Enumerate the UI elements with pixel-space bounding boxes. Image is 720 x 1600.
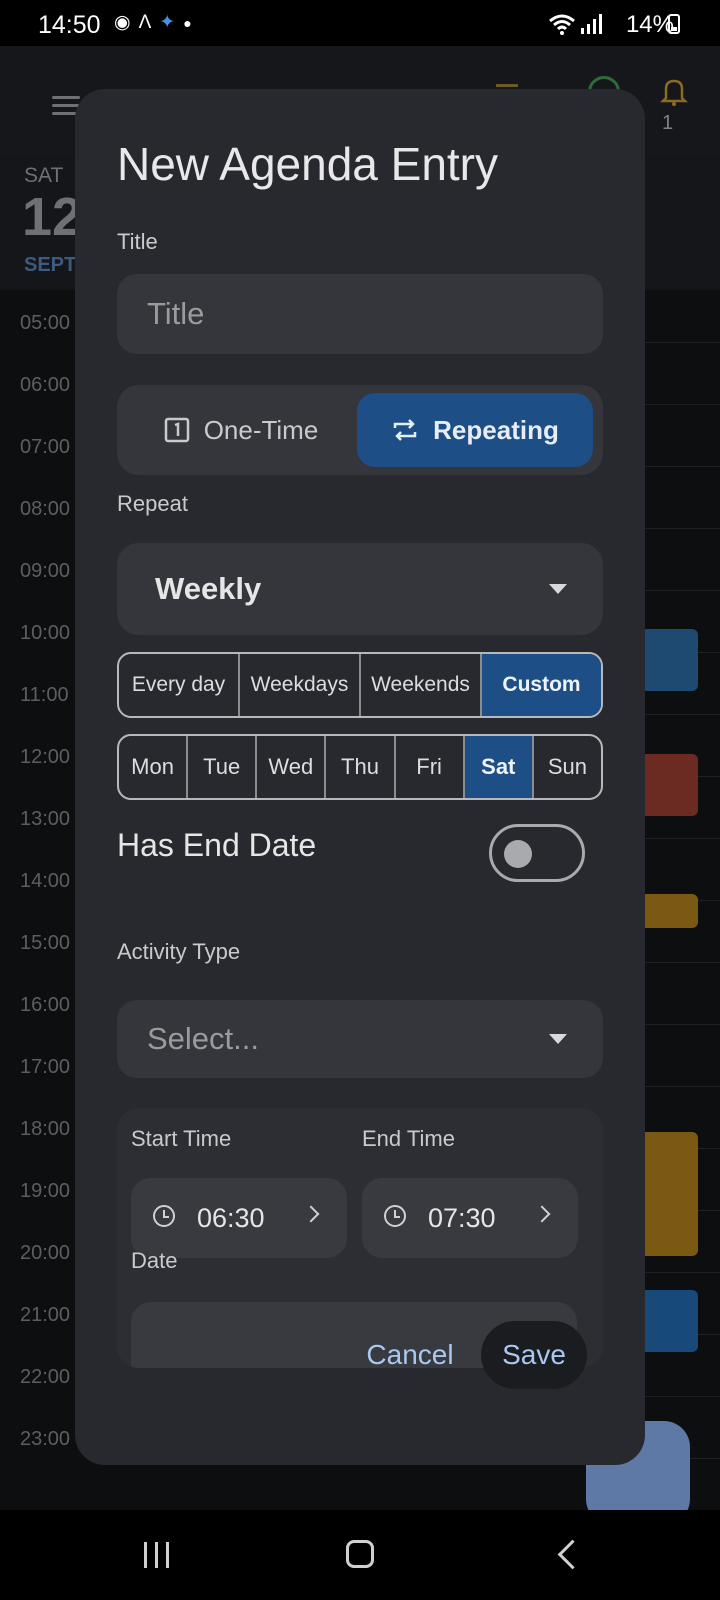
- start-time-picker[interactable]: 06:30: [131, 1178, 347, 1258]
- wifi-icon: [549, 14, 575, 35]
- end-time-label: End Time: [362, 1126, 455, 1151]
- title-input[interactable]: Title: [117, 274, 603, 354]
- repeat-icon: [393, 419, 417, 441]
- repeat-value: Weekly: [155, 571, 262, 606]
- title-label: Title: [117, 229, 158, 254]
- hour-label: 15:00: [20, 932, 71, 954]
- sparkle-icon: ✦: [159, 12, 176, 33]
- dot-icon: ●: [183, 15, 192, 31]
- hour-label: 14:00: [20, 870, 71, 892]
- hour-label: 16:00: [20, 994, 71, 1016]
- clock-icon: [384, 1205, 406, 1227]
- day-tue[interactable]: Tue: [188, 736, 258, 798]
- day-number: 12: [22, 187, 83, 247]
- bell-count: 1: [662, 112, 674, 134]
- event-block[interactable]: [640, 1132, 698, 1256]
- preset-every-day[interactable]: Every day: [119, 654, 240, 716]
- hour-label: 17:00: [20, 1056, 71, 1078]
- save-button[interactable]: Save: [481, 1321, 587, 1389]
- dropdown-arrow-icon: [549, 584, 567, 594]
- entry-mode-toggle: One-Time Repeating: [117, 385, 603, 475]
- day-sat[interactable]: Sat: [464, 736, 534, 798]
- notification-icons: ◉ Λ ✦ ●: [114, 13, 192, 33]
- event-block[interactable]: [640, 754, 698, 816]
- preset-weekdays[interactable]: Weekdays: [240, 654, 361, 716]
- hour-label: 19:00: [20, 1180, 71, 1202]
- repeating-label: Repeating: [433, 414, 559, 445]
- activity-type-dropdown[interactable]: Select...: [117, 1000, 603, 1078]
- event-block[interactable]: [640, 629, 698, 691]
- end-time-value: 07:30: [428, 1202, 496, 1233]
- signal-icon: [581, 14, 602, 34]
- status-bar: 14:50 ◉ Λ ✦ ● 14%: [0, 0, 720, 46]
- chevron-right-icon: [302, 1205, 320, 1223]
- repeat-label: Repeat: [117, 491, 188, 516]
- battery-percent: 14%: [625, 11, 674, 38]
- one-time-label: One-Time: [203, 414, 319, 445]
- hour-label: 12:00: [20, 746, 71, 768]
- has-end-date-switch[interactable]: [489, 824, 585, 882]
- a-logo-icon: Λ: [138, 12, 152, 33]
- hour-label: 11:00: [20, 684, 69, 706]
- incognito-icon: ◉: [114, 12, 131, 33]
- hour-label: 09:00: [20, 560, 71, 582]
- day-of-week: SAT: [24, 164, 64, 187]
- hour-label: 21:00: [20, 1304, 71, 1326]
- battery-icon: [668, 14, 680, 34]
- date-label: Date: [131, 1248, 178, 1273]
- weekday-selector: Mon Tue Wed Thu Fri Sat Sun: [117, 734, 603, 800]
- has-end-date-label: Has End Date: [117, 827, 317, 863]
- day-wed[interactable]: Wed: [257, 736, 327, 798]
- hour-label: 05:00: [20, 312, 71, 334]
- end-time-picker[interactable]: 07:30: [362, 1178, 578, 1258]
- chevron-right-icon: [533, 1205, 551, 1223]
- activity-type-label: Activity Type: [117, 939, 241, 964]
- start-time-value: 06:30: [197, 1202, 265, 1233]
- event-block[interactable]: [640, 1290, 698, 1352]
- hour-label: 08:00: [20, 498, 71, 520]
- hour-label: 10:00: [20, 622, 71, 644]
- new-agenda-entry-dialog: New Agenda Entry Title Title One-Time Re…: [75, 89, 645, 1465]
- start-time-label: Start Time: [131, 1126, 232, 1151]
- home-button[interactable]: [346, 1540, 374, 1568]
- switch-knob: [504, 840, 532, 868]
- cancel-button[interactable]: Cancel: [355, 1321, 465, 1389]
- repeating-option[interactable]: Repeating: [357, 393, 593, 467]
- activity-type-placeholder: Select...: [147, 1021, 259, 1056]
- title-placeholder: Title: [147, 296, 205, 331]
- event-block[interactable]: [640, 894, 698, 928]
- status-time: 14:50: [38, 11, 101, 39]
- hour-label: 07:00: [20, 436, 71, 458]
- hour-label: 22:00: [20, 1366, 71, 1388]
- preset-custom[interactable]: Custom: [482, 654, 601, 716]
- back-button[interactable]: [557, 1539, 588, 1570]
- recents-button[interactable]: [144, 1542, 169, 1568]
- calendar-one-icon: [164, 417, 189, 443]
- hour-label: 23:00: [20, 1428, 71, 1450]
- day-fri[interactable]: Fri: [396, 736, 465, 798]
- hour-label: 13:00: [20, 808, 71, 830]
- day-sun[interactable]: Sun: [534, 736, 601, 798]
- repeat-preset-selector: Every day Weekdays Weekends Custom: [117, 652, 603, 718]
- dropdown-arrow-icon: [549, 1034, 567, 1044]
- hour-label: 20:00: [20, 1242, 71, 1264]
- preset-weekends[interactable]: Weekends: [361, 654, 482, 716]
- repeat-dropdown[interactable]: Weekly: [117, 543, 603, 635]
- one-time-option[interactable]: One-Time: [125, 393, 357, 467]
- hour-label: 06:00: [20, 374, 71, 396]
- day-mon[interactable]: Mon: [119, 736, 189, 798]
- month-label: SEPT: [24, 254, 77, 276]
- system-nav-bar: [0, 1510, 720, 1600]
- clock-icon: [153, 1205, 175, 1227]
- day-thu[interactable]: Thu: [326, 736, 396, 798]
- dialog-title: New Agenda Entry: [117, 138, 499, 190]
- bell-icon[interactable]: [660, 76, 688, 106]
- hour-label: 18:00: [20, 1118, 71, 1140]
